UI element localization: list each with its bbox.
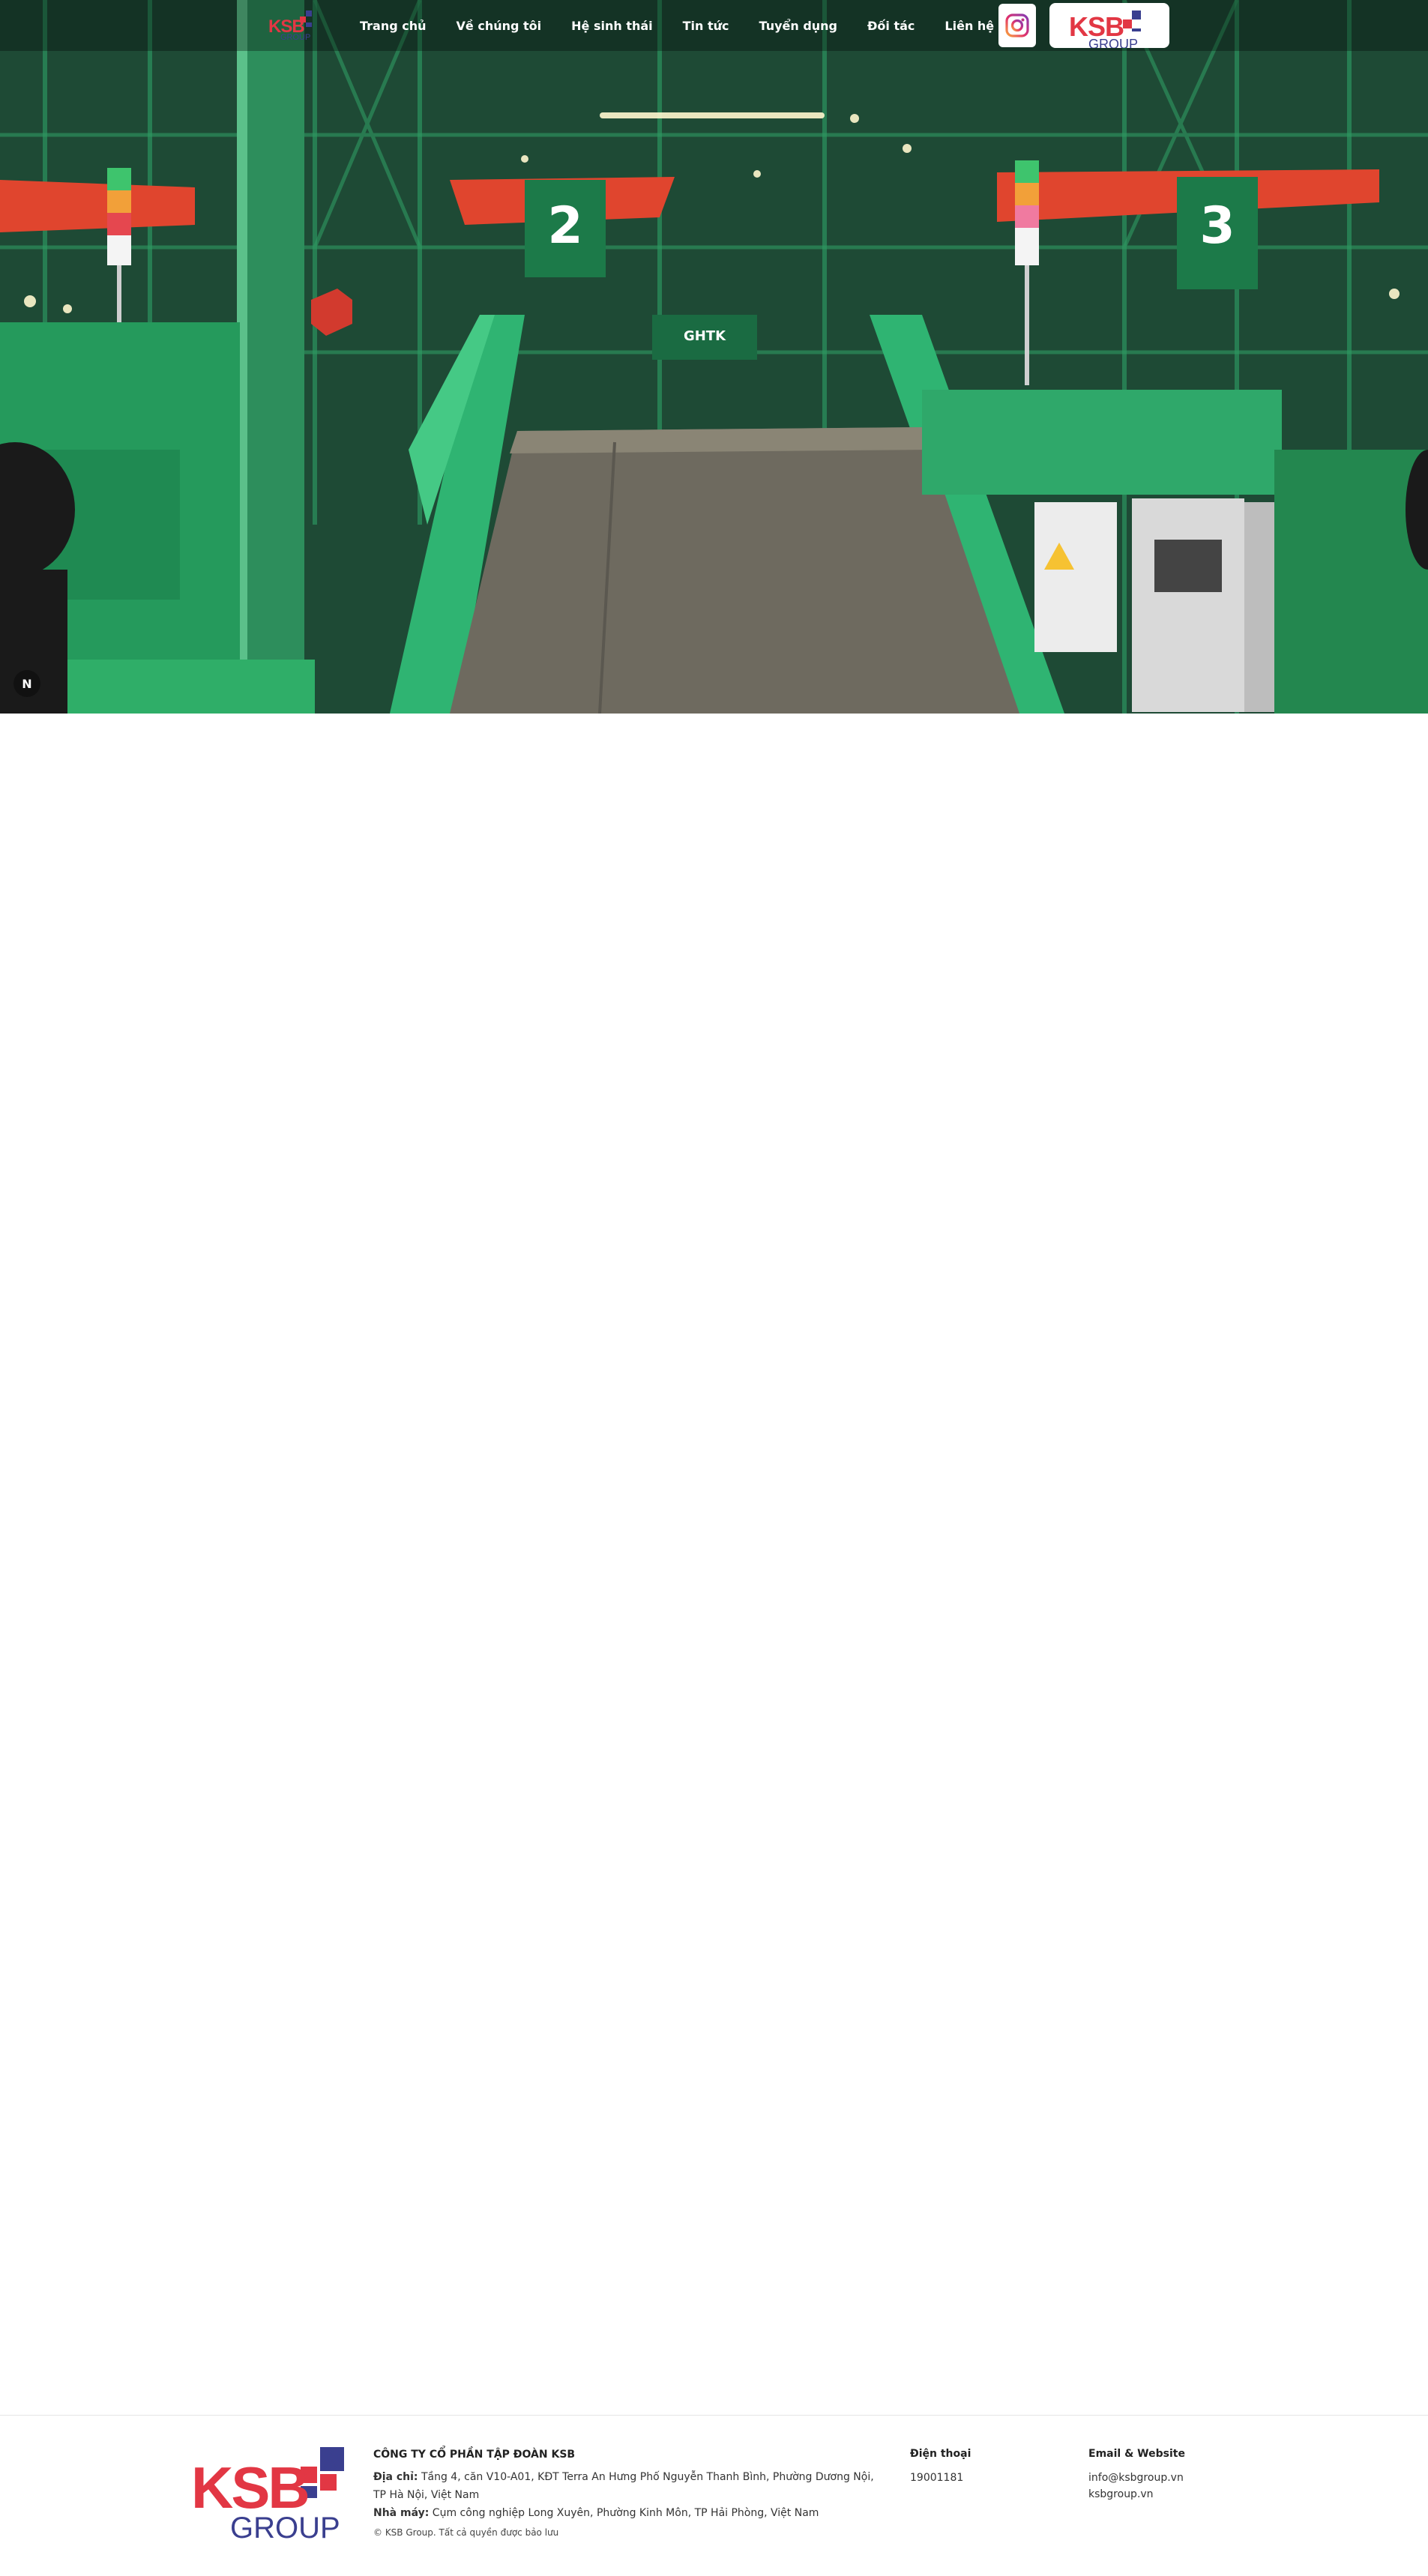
footer-logo-sub: GROUP <box>230 2512 340 2545</box>
footer-email: Email & Website info@ksbgroup.vn ksbgrou… <box>1088 2446 1253 2503</box>
header-logo-sub: GROUP <box>280 33 311 42</box>
instagram-icon <box>1005 13 1029 37</box>
factory-text: Cụm công nghiệp Long Xuyên, Phường Kinh … <box>432 2507 819 2519</box>
framework-badge[interactable]: N <box>13 670 40 697</box>
nav-careers[interactable]: Tuyển dụng <box>759 19 837 33</box>
address-label: Địa chỉ: <box>373 2471 418 2483</box>
website-link[interactable]: ksbgroup.vn <box>1088 2486 1253 2503</box>
brand-logo-sub: GROUP <box>1088 37 1139 48</box>
email-link[interactable]: info@ksbgroup.vn <box>1088 2470 1253 2486</box>
nav-contact[interactable]: Liên hệ <box>945 19 994 33</box>
footer-logo-text: KSB <box>191 2455 310 2521</box>
site-footer: KSB GROUP CÔNG TY CỔ PHẦN TẬP ĐOÀN KSB Đ… <box>0 2415 1428 2576</box>
company-address: Địa chỉ: Tầng 4, căn V10-A01, KĐT Terra … <box>373 2468 883 2504</box>
header-logo[interactable]: KSB GROUP <box>267 7 319 43</box>
factory-label: Nhà máy: <box>373 2507 430 2519</box>
top-navigation: KSB GROUP Trang chủ Về chúng tôi Hệ sinh… <box>0 0 1428 51</box>
company-info: CÔNG TY CỔ PHẦN TẬP ĐOÀN KSB Địa chỉ: Tầ… <box>373 2446 883 2542</box>
instagram-button[interactable] <box>998 4 1036 47</box>
nav-ecosystem[interactable]: Hệ sinh thái <box>571 19 653 33</box>
email-heading: Email & Website <box>1088 2448 1185 2460</box>
nav-news[interactable]: Tin tức <box>683 19 729 33</box>
company-factory: Nhà máy: Cụm công nghiệp Long Xuyên, Phư… <box>373 2504 883 2522</box>
nav-home[interactable]: Trang chủ <box>360 19 427 33</box>
nav-partners[interactable]: Đối tác <box>867 19 915 33</box>
copyright-text: © KSB Group. Tất cả quyền được bảo lưu <box>373 2527 559 2538</box>
hero-sign-2: 2 <box>547 196 583 256</box>
hero-ghtk-banner: GHTK <box>683 328 726 344</box>
hero-sign-3: 3 <box>1199 196 1235 256</box>
hero-banner: 2 3 GHTK N <box>0 0 1428 714</box>
footer-phone: Điện thoại 19001181 <box>910 2446 1045 2486</box>
brand-logo-button[interactable]: KSB GROUP <box>1049 3 1169 48</box>
address-text: Tầng 4, căn V10-A01, KĐT Terra An Hưng P… <box>373 2471 874 2501</box>
nav-about[interactable]: Về chúng tôi <box>457 19 542 33</box>
phone-heading: Điện thoại <box>910 2448 971 2460</box>
phone-number[interactable]: 19001181 <box>910 2470 1045 2486</box>
company-name: CÔNG TY CỔ PHẦN TẬP ĐOÀN KSB <box>373 2449 576 2461</box>
hero-warehouse-image <box>0 0 1428 714</box>
footer-logo: KSB GROUP <box>191 2444 352 2543</box>
main-menu: Trang chủ Về chúng tôi Hệ sinh thái Tin … <box>360 0 1024 51</box>
